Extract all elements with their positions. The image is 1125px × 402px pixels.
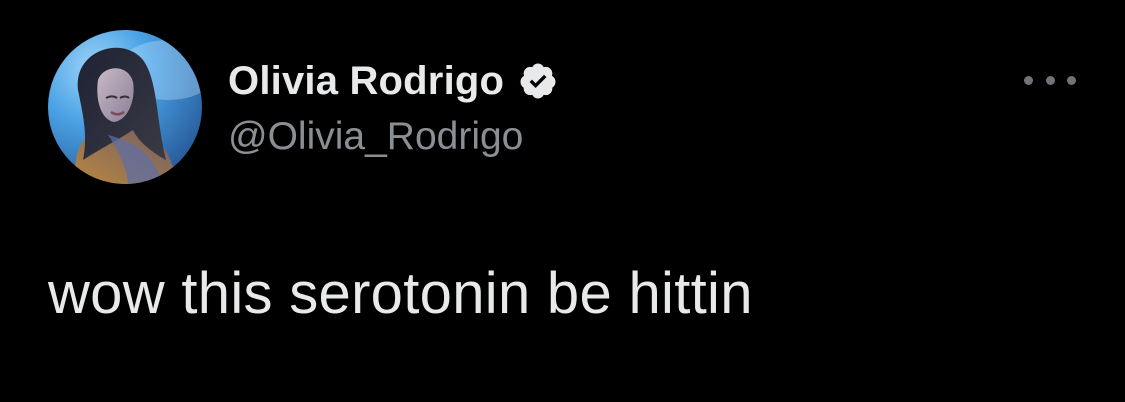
- profile-photo-icon: [48, 30, 202, 184]
- avatar[interactable]: [48, 30, 202, 184]
- tweet-card: Olivia Rodrigo @Olivia_Rodrigo wow this …: [0, 0, 1125, 402]
- tweet-text: wow this serotonin be hittin: [48, 261, 753, 326]
- more-dot: [1067, 75, 1076, 85]
- name-row: Olivia Rodrigo: [228, 56, 558, 106]
- display-name[interactable]: Olivia Rodrigo: [228, 56, 504, 106]
- verified-badge-icon: [518, 61, 558, 101]
- user-handle[interactable]: @Olivia_Rodrigo: [228, 112, 558, 162]
- more-dot: [1045, 75, 1055, 85]
- more-dot: [1024, 75, 1033, 85]
- author-info: Olivia Rodrigo @Olivia_Rodrigo: [228, 56, 558, 162]
- more-options-icon[interactable]: [1024, 64, 1076, 96]
